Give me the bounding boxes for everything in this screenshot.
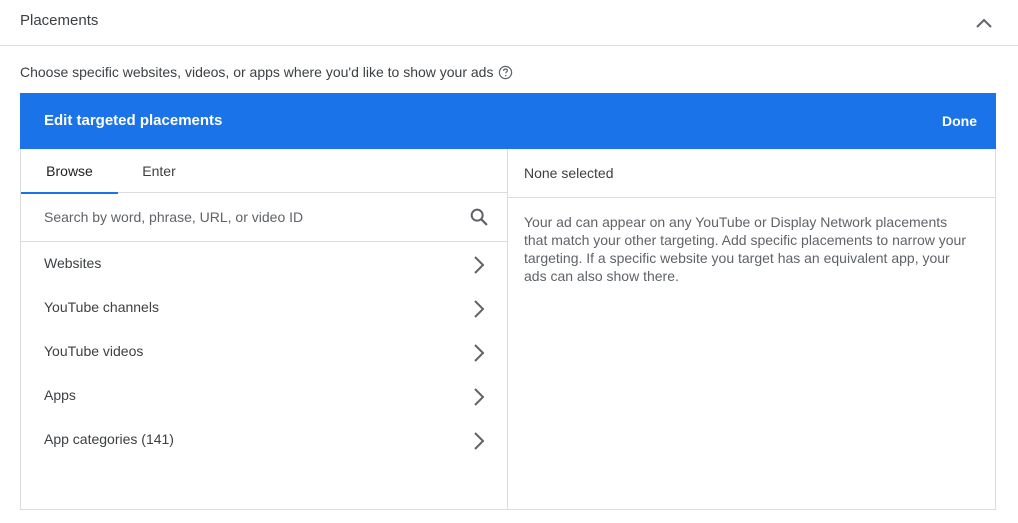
list-item-label: App categories (141) [44, 431, 174, 447]
description-text: Choose specific websites, videos, or app… [20, 64, 494, 80]
placements-section-header[interactable]: Placements [0, 0, 1018, 46]
tab-enter[interactable]: Enter [121, 149, 197, 193]
chevron-up-icon[interactable] [972, 11, 996, 35]
list-item-label: YouTube channels [44, 299, 159, 315]
list-item-app-categories[interactable]: App categories (141) [21, 418, 507, 462]
panel-title: Edit targeted placements [44, 112, 223, 129]
section-title: Placements [20, 12, 99, 29]
list-item-label: Websites [44, 255, 102, 271]
selection-header: None selected [508, 149, 995, 198]
search-input[interactable] [44, 205, 444, 229]
selection-title: None selected [524, 165, 614, 181]
placements-description: Choose specific websites, videos, or app… [20, 64, 513, 80]
tab-browse[interactable]: Browse [21, 149, 118, 194]
search-bar [21, 193, 507, 242]
chevron-right-icon [471, 430, 487, 452]
list-item-websites[interactable]: Websites [21, 242, 507, 286]
chevron-right-icon [471, 254, 487, 276]
list-item-apps[interactable]: Apps [21, 374, 507, 418]
list-item-youtube-channels[interactable]: YouTube channels [21, 286, 507, 330]
search-icon[interactable] [468, 206, 490, 228]
done-button[interactable]: Done [942, 113, 977, 129]
chevron-right-icon [471, 298, 487, 320]
list-item-label: YouTube videos [44, 343, 144, 359]
chevron-right-icon [471, 342, 487, 364]
selection-pane: None selected Your ad can appear on any … [508, 149, 995, 509]
tab-bar: Browse Enter [21, 149, 507, 194]
list-item-youtube-videos[interactable]: YouTube videos [21, 330, 507, 374]
selection-info-text: Your ad can appear on any YouTube or Dis… [524, 214, 967, 284]
list-item-label: Apps [44, 387, 76, 403]
chevron-right-icon [471, 386, 487, 408]
browse-pane: Browse Enter Websites YouTube channels Y… [21, 149, 508, 509]
panel-header: Edit targeted placements Done [20, 93, 996, 149]
category-list: Websites YouTube channels YouTube videos… [21, 242, 507, 462]
help-icon[interactable] [498, 65, 513, 80]
